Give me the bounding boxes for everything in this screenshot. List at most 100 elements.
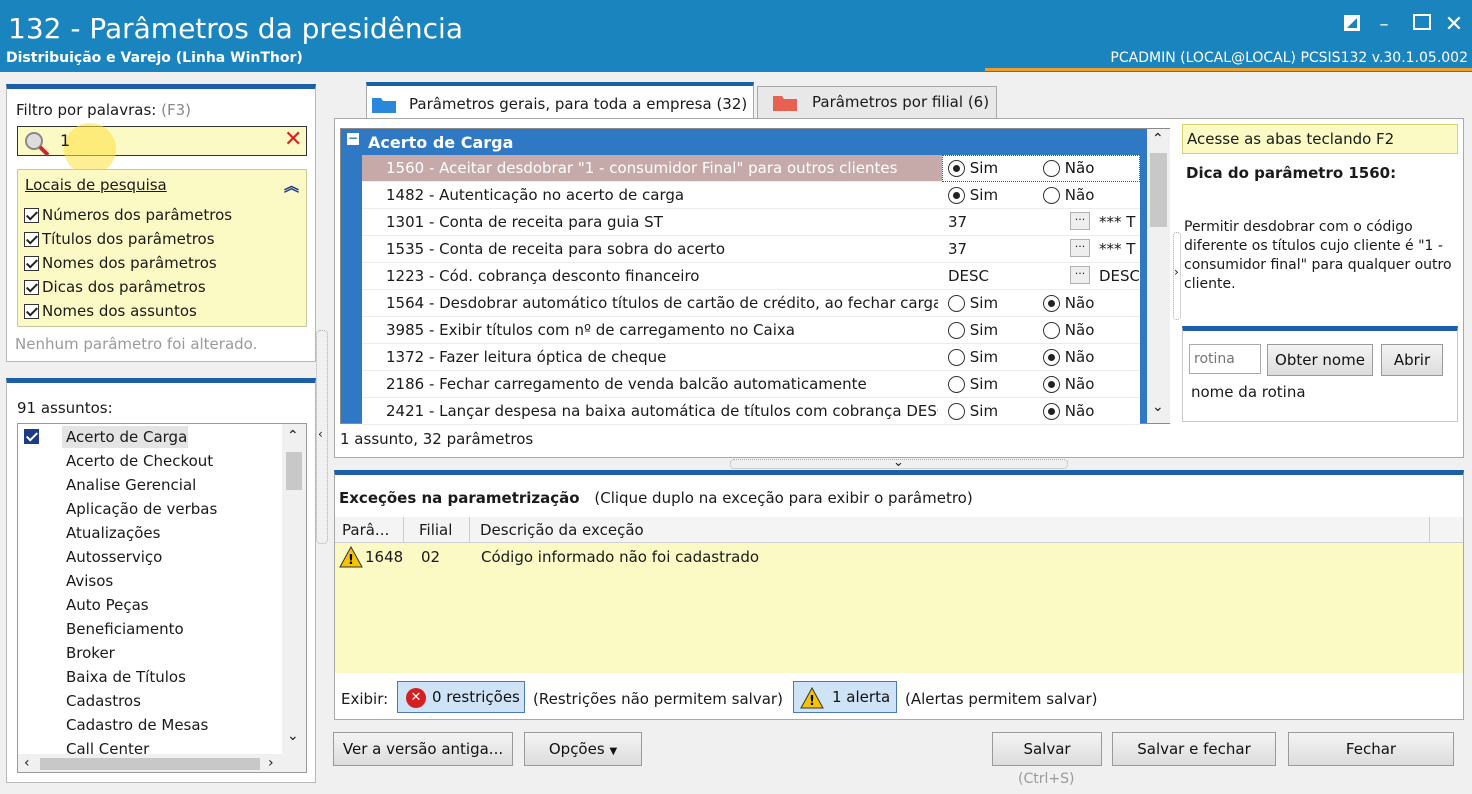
- parameter-row[interactable]: 1372 - Fazer leitura óptica de cheque Si…: [362, 344, 1140, 371]
- parameter-row[interactable]: 1535 - Conta de receita para sobra do ac…: [362, 236, 1140, 263]
- minimize-icon[interactable]: –: [1372, 14, 1396, 36]
- radio-icon[interactable]: [1043, 160, 1060, 177]
- parameter-value[interactable]: DESC: [948, 267, 989, 285]
- col-branch[interactable]: Filial: [419, 521, 452, 539]
- col-param[interactable]: Parâ...: [342, 521, 389, 539]
- radio-icon[interactable]: [948, 160, 965, 177]
- grid-scrollbar[interactable]: ⌃ ⌄: [1147, 129, 1170, 423]
- expand-right-icon[interactable]: ›: [1174, 265, 1179, 279]
- grid-scroll-thumb[interactable]: [1150, 153, 1167, 227]
- radio-sim[interactable]: Sim: [948, 375, 998, 393]
- parameter-row[interactable]: 1560 - Aceitar desdobrar "1 - consumidor…: [362, 155, 1140, 182]
- ellipsis-button[interactable]: ···: [1070, 266, 1090, 284]
- tip-splitter[interactable]: ›: [1173, 232, 1181, 320]
- parameter-row[interactable]: 1564 - Desdobrar automático títulos de c…: [362, 290, 1140, 317]
- open-button[interactable]: Abrir: [1381, 344, 1443, 376]
- list-item[interactable]: Aplicação de verbas: [66, 500, 217, 518]
- filter-input[interactable]: 1 ✕: [17, 123, 307, 175]
- list-item[interactable]: Auto Peças: [66, 596, 149, 614]
- list-item[interactable]: Acerto de Checkout: [66, 452, 213, 470]
- filter-option[interactable]: Números dos parâmetros: [24, 206, 232, 224]
- list-item[interactable]: Broker: [66, 644, 115, 662]
- grid-scroll-down-icon[interactable]: ⌄: [1152, 399, 1164, 415]
- radio-nao[interactable]: Não: [1043, 186, 1094, 204]
- ellipsis-button[interactable]: ···: [1070, 239, 1090, 257]
- radio-sim[interactable]: Sim: [948, 402, 998, 420]
- tab-branch[interactable]: Parâmetros por filial (6): [757, 86, 997, 118]
- parameter-row[interactable]: 2186 - Fechar carregamento de venda balc…: [362, 371, 1140, 398]
- selected-subject-checkbox[interactable]: [24, 429, 39, 444]
- checkbox-icon[interactable]: [24, 208, 39, 223]
- options-button[interactable]: Opções ▼: [524, 732, 642, 766]
- close-button[interactable]: Fechar: [1288, 732, 1454, 766]
- close-icon[interactable]: ✕: [1442, 14, 1466, 36]
- hscroll-thumb[interactable]: [40, 758, 260, 770]
- radio-sim[interactable]: Sim: [948, 159, 998, 177]
- col-description[interactable]: Descrição da exceção: [480, 521, 644, 539]
- subjects-hscrollbar[interactable]: ‹ ›: [18, 754, 306, 772]
- parameter-row[interactable]: 3985 - Exibir títulos com nº de carregam…: [362, 317, 1140, 344]
- filter-option[interactable]: Títulos dos parâmetros: [24, 230, 215, 248]
- group-header[interactable]: − Acerto de Carga: [341, 129, 1141, 155]
- radio-sim[interactable]: Sim: [948, 186, 998, 204]
- scroll-thumb[interactable]: [286, 452, 302, 490]
- list-item[interactable]: Analise Gerencial: [66, 476, 196, 494]
- get-name-button[interactable]: Obter nome: [1267, 344, 1373, 376]
- radio-icon[interactable]: [1043, 376, 1060, 393]
- checkbox-icon[interactable]: [24, 304, 39, 319]
- list-item[interactable]: Baixa de Títulos: [66, 668, 186, 686]
- checkbox-icon[interactable]: [24, 280, 39, 295]
- list-item[interactable]: Beneficiamento: [66, 620, 184, 638]
- collapse-left-icon[interactable]: ‹: [318, 427, 323, 441]
- collapse-down-icon[interactable]: ⌄: [893, 455, 904, 470]
- subjects-scrollbar[interactable]: ⌃ ⌄: [282, 424, 306, 754]
- parameter-row[interactable]: 1301 - Conta de receita para guia ST 37 ··…: [362, 209, 1140, 236]
- maximize-icon[interactable]: [1410, 14, 1434, 36]
- old-version-button[interactable]: Ver a versão antiga...: [333, 732, 513, 766]
- list-item[interactable]: Cadastro de Mesas: [66, 716, 208, 734]
- radio-sim[interactable]: Sim: [948, 348, 998, 366]
- radio-nao[interactable]: Não: [1043, 375, 1094, 393]
- checkbox-icon[interactable]: [24, 232, 39, 247]
- list-item[interactable]: Acerto de Carga: [66, 428, 187, 446]
- horizontal-splitter[interactable]: ⌄: [730, 455, 1068, 470]
- tab-general[interactable]: Parâmetros gerais, para toda a empresa (…: [366, 82, 754, 120]
- save-close-button[interactable]: Salvar e fechar: [1112, 732, 1276, 766]
- save-button[interactable]: Salvar: [992, 732, 1102, 766]
- table-row[interactable]: ! 1648 02 Código informado não foi cadas…: [335, 543, 1429, 573]
- radio-nao[interactable]: Não: [1043, 321, 1094, 339]
- radio-icon[interactable]: [948, 349, 965, 366]
- parameter-value[interactable]: 37: [948, 213, 967, 231]
- parameter-row[interactable]: 2421 - Lançar despesa na baixa automátic…: [362, 398, 1140, 425]
- radio-icon[interactable]: [1043, 295, 1060, 312]
- radio-nao[interactable]: Não: [1043, 294, 1094, 312]
- radio-icon[interactable]: [1043, 403, 1060, 420]
- checkbox-icon[interactable]: [24, 256, 39, 271]
- restrictions-button[interactable]: ✕ 0 restrições: [397, 681, 525, 713]
- filter-option[interactable]: Dicas dos parâmetros: [24, 278, 206, 296]
- parameter-value[interactable]: 37: [948, 240, 967, 258]
- clear-filter-icon[interactable]: ✕: [284, 127, 302, 152]
- radio-nao[interactable]: Não: [1043, 348, 1094, 366]
- radio-icon[interactable]: [948, 322, 965, 339]
- list-item[interactable]: Avisos: [66, 572, 113, 590]
- restore-icon[interactable]: [1340, 14, 1364, 36]
- list-item[interactable]: Cadastros: [66, 692, 141, 710]
- parameter-row[interactable]: 1223 - Cód. cobrança desconto financeiro…: [362, 263, 1140, 290]
- alerts-button[interactable]: ! 1 alerta: [793, 681, 897, 713]
- radio-icon[interactable]: [948, 376, 965, 393]
- list-item[interactable]: Autosserviço: [66, 548, 162, 566]
- parameter-row[interactable]: 1482 - Autenticação no acerto de carga S…: [362, 182, 1140, 209]
- grid-scroll-up-icon[interactable]: ⌃: [1152, 131, 1164, 147]
- filter-option[interactable]: Nomes dos parâmetros: [24, 254, 217, 272]
- collapse-icon[interactable]: ︽: [284, 175, 299, 196]
- radio-sim[interactable]: Sim: [948, 321, 998, 339]
- filter-option[interactable]: Nomes dos assuntos: [24, 302, 197, 320]
- ellipsis-button[interactable]: ···: [1070, 212, 1090, 230]
- radio-nao[interactable]: Não: [1043, 159, 1094, 177]
- scroll-up-icon[interactable]: ⌃: [287, 428, 299, 444]
- vertical-splitter[interactable]: ‹: [316, 330, 328, 544]
- radio-nao[interactable]: Não: [1043, 402, 1094, 420]
- radio-icon[interactable]: [1043, 322, 1060, 339]
- radio-icon[interactable]: [1043, 349, 1060, 366]
